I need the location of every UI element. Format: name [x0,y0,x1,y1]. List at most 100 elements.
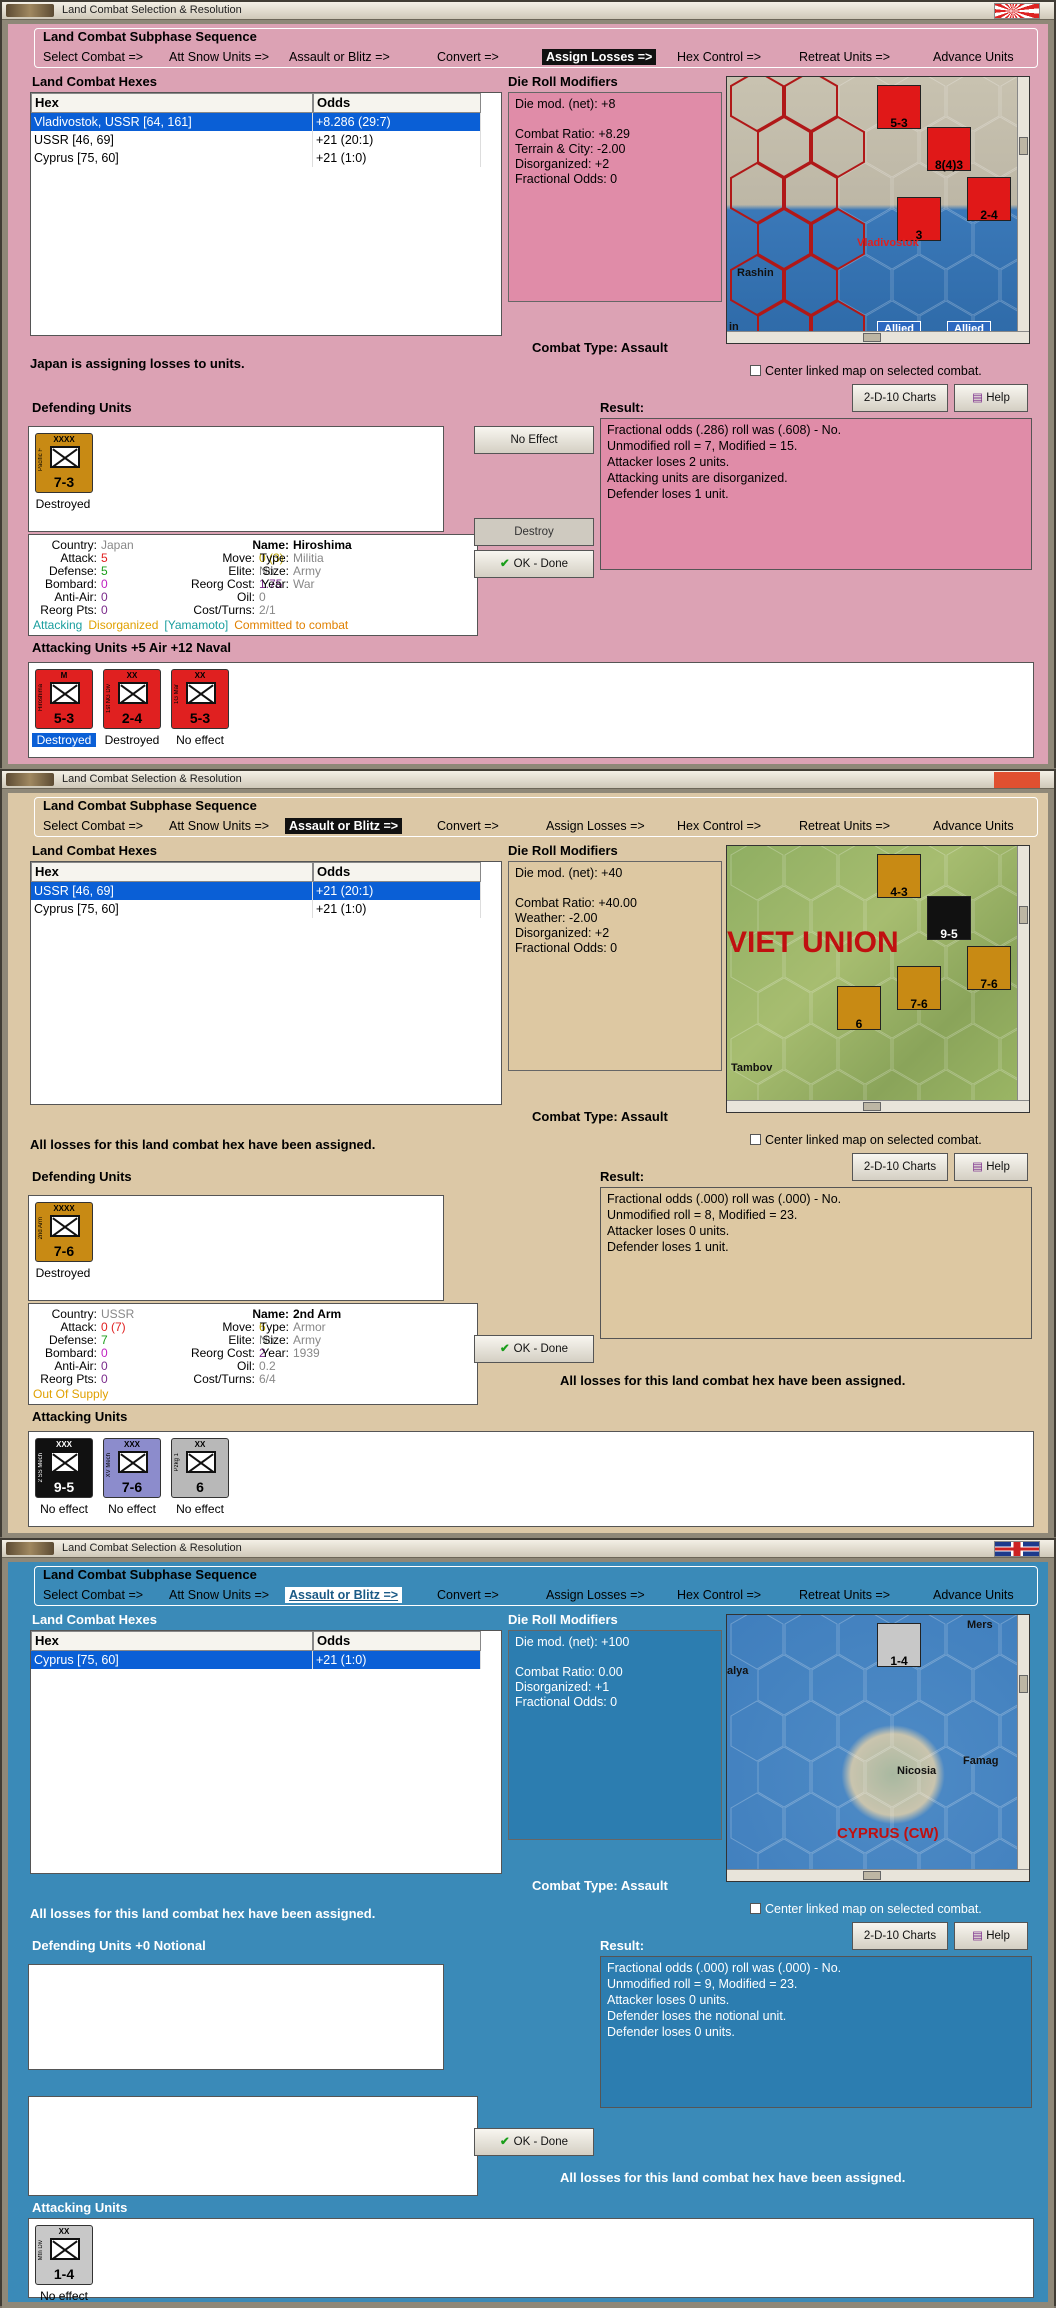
map-unit-counter[interactable]: 4-3 [877,854,921,899]
window-controls-icon[interactable] [6,773,54,786]
sequence-step-4[interactable]: Convert => [433,49,503,65]
map-vertical-scrollbar[interactable] [1017,846,1029,1102]
map-vertical-thumb[interactable] [1019,1675,1028,1693]
sequence-step-8[interactable]: Advance Units [929,818,1018,834]
attacking-unit-counter[interactable]: M Hiroshima 5-3 [35,669,93,729]
center-map-checkbox[interactable]: Center linked map on selected combat. [750,1133,982,1147]
charts-button[interactable]: 2-D-10 Charts [852,1153,948,1181]
attacking-unit-counter[interactable]: XX 1G Mar 5-3 [171,669,229,729]
attacking-unit-counter[interactable]: XX Pzkg 1 6 [171,1438,229,1498]
odds-column-header[interactable]: Odds [313,1631,481,1651]
map-unit-counter[interactable]: 6 [837,986,881,1031]
result-line: Defender loses 1 unit. [607,1240,729,1254]
defending-unit-counter[interactable]: XXXX 2nd Arm 7-6 [35,1202,93,1262]
map-vertical-thumb[interactable] [1019,137,1028,155]
attacking-unit-counter[interactable]: XXX 2 SS Mech 9-5 [35,1438,93,1498]
sequence-step-5[interactable]: Assign Losses => [542,49,657,65]
map-unit-counter[interactable]: 7-6 [967,946,1011,991]
map-unit-counter[interactable]: 3 [897,197,941,242]
no-effect-button[interactable]: No Effect [474,426,594,454]
table-row[interactable]: Cyprus [75, 60] +21 (1:0) [31,1651,501,1669]
map-vertical-thumb[interactable] [1019,906,1028,924]
help-button[interactable]: ▤ Help [954,384,1028,412]
unit-status-flags: Out Of Supply [33,1388,132,1401]
hex-column-header[interactable]: Hex [31,862,313,882]
window-controls-icon[interactable] [6,1542,54,1555]
sequence-step-3[interactable]: Assault or Blitz => [285,818,403,834]
sequence-step-8[interactable]: Advance Units [929,1587,1018,1603]
map-unit-counter[interactable]: 7-6 [897,966,941,1011]
linked-map[interactable]: 1-4 Mers alya Nicosia Famag CYPRUS (CW) [726,1614,1030,1882]
sequence-step-2[interactable]: Att Snow Units => [165,1587,273,1603]
help-button[interactable]: ▤ Help [954,1153,1028,1181]
charts-button[interactable]: 2-D-10 Charts [852,1922,948,1950]
window-titlebar[interactable]: Land Combat Selection & Resolution [2,771,1054,789]
center-map-checkbox[interactable]: Center linked map on selected combat. [750,1902,982,1916]
checkbox-box[interactable] [750,1134,761,1145]
map-horizontal-scrollbar[interactable] [727,1869,1029,1881]
sequence-step-7[interactable]: Retreat Units => [795,1587,894,1603]
ok-done-button[interactable]: ✔ OK - Done [474,2128,594,2156]
map-vertical-scrollbar[interactable] [1017,1615,1029,1871]
linked-map[interactable]: 5-3 8(4)3 2-4 3 Rashin Vladivostok Allied Allie… [726,76,1030,344]
sequence-step-3[interactable]: Assault or Blitz => [285,49,394,65]
table-row[interactable]: Vladivostok, USSR [64, 161] +8.286 (29:7) [31,113,501,131]
charts-button[interactable]: 2-D-10 Charts [852,384,948,412]
defending-unit-counter[interactable]: XXXX Pacific F 7-3 [35,433,93,493]
attacking-unit-counter[interactable]: XXX XV Mech 7-6 [103,1438,161,1498]
map-horizontal-thumb[interactable] [863,333,881,342]
attacking-unit-counter[interactable]: XX 1st NG Div 2-4 [103,669,161,729]
odds-column-header[interactable]: Odds [313,862,481,882]
map-horizontal-thumb[interactable] [863,1102,881,1111]
sequence-step-6[interactable]: Hex Control => [673,1587,765,1603]
sequence-step-7[interactable]: Retreat Units => [795,818,894,834]
checkbox-box[interactable] [750,1903,761,1914]
sequence-step-3[interactable]: Assault or Blitz => [285,1587,403,1603]
map-unit-counter[interactable]: 2-4 [967,177,1011,222]
table-row[interactable]: Cyprus [75, 60] +21 (1:0) [31,900,501,918]
sequence-step-6[interactable]: Hex Control => [673,818,765,834]
combat-type: Combat Type: Assault [532,1109,668,1124]
ok-done-button[interactable]: ✔ OK - Done [474,550,594,578]
result-title: Result: [600,400,645,415]
odds-column-header[interactable]: Odds [313,93,481,113]
stat-value: Militia [293,551,324,565]
sequence-step-5[interactable]: Assign Losses => [542,818,649,834]
map-unit-counter[interactable]: 5-3 [877,85,921,130]
map-unit-counter[interactable]: 8(4)3 [927,127,971,172]
sequence-step-2[interactable]: Att Snow Units => [165,49,273,65]
sequence-step-2[interactable]: Att Snow Units => [165,818,273,834]
map-unit-counter[interactable]: 9-5 [927,896,971,941]
center-map-checkbox[interactable]: Center linked map on selected combat. [750,364,982,378]
sequence-step-6[interactable]: Hex Control => [673,49,765,65]
map-horizontal-scrollbar[interactable] [727,331,1029,343]
window-titlebar[interactable]: Land Combat Selection & Resolution [2,1540,1054,1558]
help-button-label: Help [986,1930,1010,1942]
window-titlebar[interactable]: Land Combat Selection & Resolution [2,2,1054,20]
attacking-unit-counter[interactable]: XX Mtn Div 1-4 [35,2225,93,2285]
window-controls-icon[interactable] [6,4,54,17]
checkbox-box[interactable] [750,365,761,376]
table-row[interactable]: Cyprus [75, 60] +21 (1:0) [31,149,501,167]
sequence-step-5[interactable]: Assign Losses => [542,1587,649,1603]
sequence-step-7[interactable]: Retreat Units => [795,49,894,65]
table-row[interactable]: USSR [46, 69] +21 (20:1) [31,882,501,900]
map-horizontal-scrollbar[interactable] [727,1100,1029,1112]
sequence-step-1[interactable]: Select Combat => [39,1587,147,1603]
map-horizontal-thumb[interactable] [863,1871,881,1880]
table-row[interactable]: USSR [46, 69] +21 (20:1) [31,131,501,149]
sequence-step-8[interactable]: Advance Units [929,49,1018,65]
help-button[interactable]: ▤ Help [954,1922,1028,1950]
ok-done-button[interactable]: ✔ OK - Done [474,1335,594,1363]
sequence-step-1[interactable]: Select Combat => [39,49,147,65]
sequence-step-4[interactable]: Convert => [433,1587,503,1603]
sequence-step-1[interactable]: Select Combat => [39,818,147,834]
linked-map[interactable]: 4-3 9-5 7-6 7-6 6 VIET UNION Tambov [726,845,1030,1113]
map-vertical-scrollbar[interactable] [1017,77,1029,333]
drm-line: Combat Ratio: 0.00 [515,1665,623,1679]
map-unit-counter[interactable]: 1-4 [877,1623,921,1668]
hex-column-header[interactable]: Hex [31,93,313,113]
destroy-button[interactable]: Destroy [474,518,594,546]
sequence-step-4[interactable]: Convert => [433,818,503,834]
hex-column-header[interactable]: Hex [31,1631,313,1651]
